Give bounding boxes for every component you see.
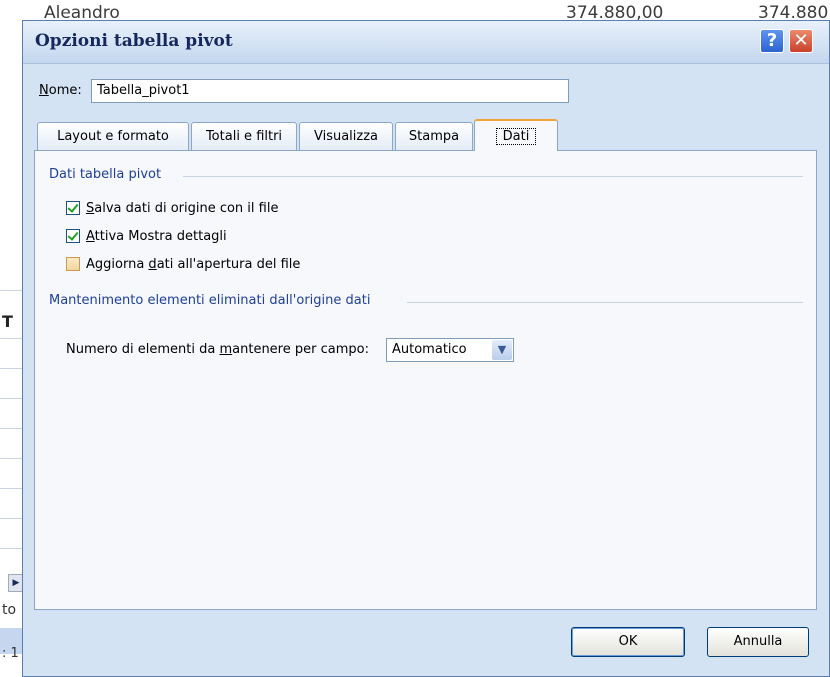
background-text: to xyxy=(2,602,17,618)
sheet-scroll-right-icon[interactable]: ▶ xyxy=(8,574,22,592)
tab-panel-data: Dati tabella pivot Salva dati di origine… xyxy=(34,150,817,610)
checkbox-label: Aggiorna dati all'apertura del file xyxy=(86,256,301,272)
background-sheet-row: Aleandro 374.880,00 374.880 xyxy=(0,0,830,20)
chevron-down-icon[interactable]: ▼ xyxy=(492,340,512,360)
close-button[interactable]: ✕ xyxy=(789,29,813,53)
retain-items-select[interactable]: Automatico ▼ xyxy=(386,338,514,362)
checkbox-checked-icon[interactable] xyxy=(66,201,80,215)
checkbox-label: Attiva Mostra dettagli xyxy=(86,228,227,244)
checkbox-enable-show-details[interactable]: Attiva Mostra dettagli xyxy=(66,227,227,245)
close-icon: ✕ xyxy=(793,30,809,51)
group-title-retain-items: Mantenimento elementi eliminati dall'ori… xyxy=(49,293,371,308)
checkbox-checked-icon[interactable] xyxy=(66,229,80,243)
group-divider xyxy=(407,302,803,303)
background-cell-value: 374.880 xyxy=(758,3,829,20)
tab-totals-filters[interactable]: Totali e filtri xyxy=(191,122,297,150)
cancel-button[interactable]: Annulla xyxy=(707,627,809,657)
retain-items-value: Automatico xyxy=(392,342,467,357)
ok-button[interactable]: OK xyxy=(571,627,685,657)
checkbox-save-source-data[interactable]: Salva dati di origine con il file xyxy=(66,199,278,217)
background-cell-name: Aleandro xyxy=(44,3,120,20)
name-label: Nome: xyxy=(39,83,82,98)
dialog-title: Opzioni tabella pivot xyxy=(35,31,233,51)
background-sheet-column: T ▶ to : 1 xyxy=(0,290,22,677)
tab-data[interactable]: Dati xyxy=(474,119,558,151)
help-button[interactable]: ? xyxy=(760,29,784,53)
checkbox-refresh-on-open[interactable]: Aggiorna dati all'apertura del file xyxy=(66,255,300,273)
help-icon: ? xyxy=(766,30,778,51)
tab-layout-format[interactable]: Layout e formato xyxy=(37,122,189,150)
background-header: T xyxy=(2,312,13,331)
name-input[interactable]: Tabella_pivot1 xyxy=(91,79,569,103)
group-title-pivot-data: Dati tabella pivot xyxy=(49,167,162,182)
pivot-options-dialog: Opzioni tabella pivot ? ✕ Nome: Tabella_… xyxy=(22,20,830,677)
retain-items-label: Numero di elementi da mantenere per camp… xyxy=(66,342,369,357)
tab-display[interactable]: Visualizza xyxy=(299,122,393,150)
dialog-titlebar[interactable]: Opzioni tabella pivot ? ✕ xyxy=(23,21,829,64)
checkbox-unchecked-icon[interactable] xyxy=(66,257,80,271)
tab-print[interactable]: Stampa xyxy=(395,122,473,150)
background-text: : 1 xyxy=(2,646,19,661)
background-cell-value: 374.880,00 xyxy=(566,3,664,20)
group-divider xyxy=(183,176,803,177)
checkbox-label: Salva dati di origine con il file xyxy=(86,200,279,216)
